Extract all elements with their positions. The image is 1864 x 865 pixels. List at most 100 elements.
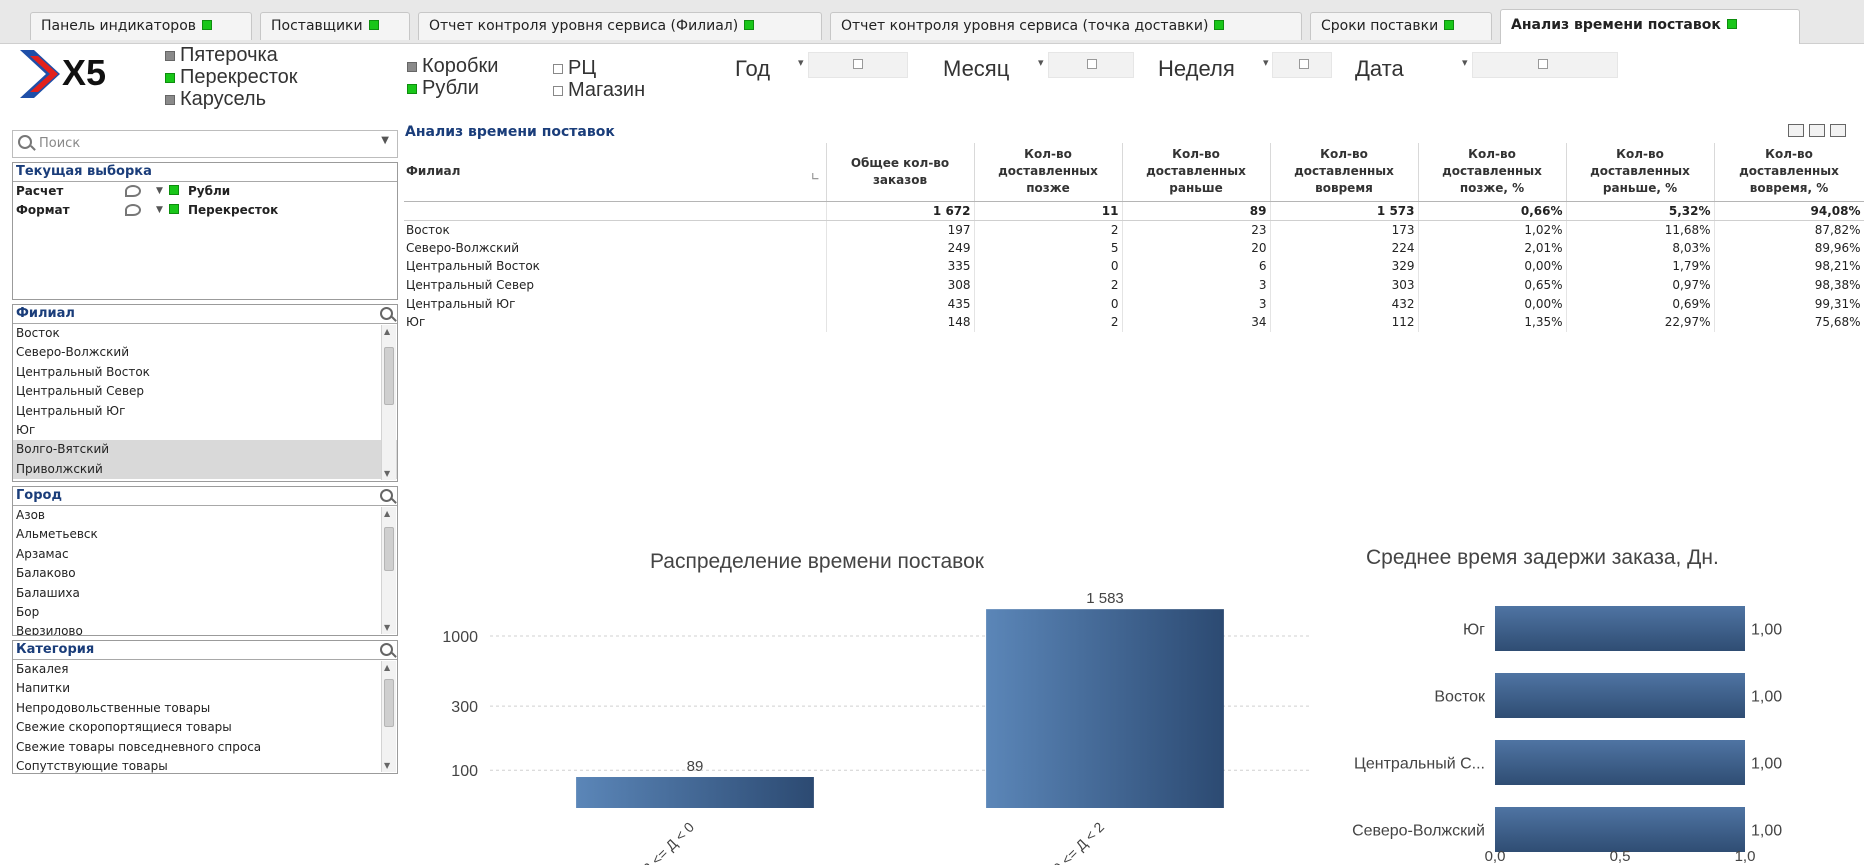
list-item[interactable]: Центральный Юг xyxy=(13,402,397,421)
tab-service-level-filial[interactable]: Отчет контроля уровня сервиса (Филиал) xyxy=(418,12,822,40)
bar[interactable] xyxy=(1495,606,1745,651)
list-item[interactable]: Альметьевск xyxy=(13,525,397,544)
scroll-up-icon[interactable]: ▲ xyxy=(384,327,390,336)
bar[interactable] xyxy=(576,777,814,808)
chevron-down-icon[interactable]: ▼ xyxy=(156,182,163,201)
location-option-dc[interactable]: РЦ xyxy=(553,57,596,80)
list-item[interactable]: Свежие товары повседневного спроса xyxy=(13,738,397,757)
list-item[interactable]: Волго-Вятский xyxy=(13,440,397,460)
search-icon[interactable] xyxy=(380,643,393,656)
list-item[interactable]: Приволжский xyxy=(13,459,397,480)
tab-label: Анализ времени поставок xyxy=(1511,17,1721,33)
table-header-row: Филиал ∟ Общее кол-во заказов Кол-во дост… xyxy=(404,143,1864,202)
selection-value: Перекресток xyxy=(188,203,279,217)
scroll-down-icon[interactable]: ▼ xyxy=(384,469,390,478)
list-item[interactable]: Азов xyxy=(13,506,397,525)
tab-indicators[interactable]: Панель индикаторов xyxy=(30,12,252,40)
list-item[interactable]: Сопутствующие товары xyxy=(13,757,397,773)
bar[interactable] xyxy=(986,609,1224,808)
selection-indicator xyxy=(553,64,563,74)
unit-option-rubles[interactable]: Рубли xyxy=(407,77,479,100)
list-item[interactable]: Верзилово xyxy=(13,622,397,635)
list-item[interactable]: Свежие скоропортящиеся товары xyxy=(13,718,397,737)
scroll-up-icon[interactable]: ▲ xyxy=(384,509,390,518)
tab-label: Отчет контроля уровня сервиса (точка дос… xyxy=(841,18,1209,34)
selection-row: Формат ▼ Перекресток xyxy=(13,201,397,220)
bar[interactable] xyxy=(1495,740,1745,785)
bar[interactable] xyxy=(1495,807,1745,852)
tab-suppliers[interactable]: Поставщики xyxy=(260,12,410,40)
tab-service-level-delivery-point[interactable]: Отчет контроля уровня сервиса (точка дос… xyxy=(830,12,1302,40)
checkbox-icon xyxy=(1086,59,1097,69)
search-icon[interactable] xyxy=(380,489,393,502)
selection-indicator xyxy=(407,62,417,72)
chevron-down-icon[interactable]: ▾ xyxy=(1462,56,1468,69)
retailer-option-karusel[interactable]: Карусель xyxy=(165,88,266,111)
column-header[interactable]: Кол-во доставленных позже xyxy=(974,143,1123,202)
export-icon[interactable] xyxy=(1809,124,1825,137)
list-item[interactable]: Северо-Волжский xyxy=(13,343,397,362)
table-row[interactable]: Северо-Волжский 249 5 20 224 2,01% 8,03%… xyxy=(404,238,1864,258)
column-header[interactable]: Кол-во доставленных раньше xyxy=(1122,143,1271,202)
city-listbox: Город Азов Альметьевск Арзамас Балаково … xyxy=(12,486,398,636)
eraser-icon[interactable] xyxy=(125,185,141,197)
chevron-down-icon[interactable]: ▾ xyxy=(1038,56,1044,69)
table-row[interactable]: Центральный Восток 335 0 6 329 0,00% 1,7… xyxy=(404,257,1864,276)
chevron-down-icon[interactable]: ▾ xyxy=(798,56,804,69)
table-row[interactable]: Юг 148 2 34 112 1,35% 22,97% 75,68% xyxy=(404,312,1864,332)
unit-option-boxes[interactable]: Коробки xyxy=(407,55,498,78)
table-cell: 34 xyxy=(1122,312,1271,332)
scrollbar-thumb[interactable] xyxy=(384,347,394,405)
retailer-option-perekrestok[interactable]: Перекресток xyxy=(165,66,298,89)
scrollbar-thumb[interactable] xyxy=(384,527,394,571)
table-row[interactable]: Центральный Юг 435 0 3 432 0,00% 0,69% 9… xyxy=(404,294,1864,313)
list-item[interactable]: Бор xyxy=(13,603,397,622)
list-item[interactable]: Арзамас xyxy=(13,545,397,564)
search-input[interactable]: Поиск ▼ xyxy=(12,130,398,158)
tab-delivery-terms[interactable]: Сроки поставки xyxy=(1310,12,1492,40)
table-row[interactable]: Восток 197 2 23 173 1,02% 11,68% 87,82% xyxy=(404,220,1864,239)
scrollbar-thumb[interactable] xyxy=(384,679,394,727)
column-header[interactable]: Кол-во доставленных позже, % xyxy=(1418,143,1567,202)
scrollbar[interactable]: ▲ ▼ xyxy=(381,325,396,480)
sort-icon[interactable]: ∟ xyxy=(811,169,819,186)
table-row[interactable]: Центральный Север 308 2 3 303 0,65% 0,97… xyxy=(404,275,1864,295)
scrollbar[interactable]: ▲ ▼ xyxy=(381,661,396,772)
list-item[interactable]: Центральный Север xyxy=(13,382,397,401)
location-option-store[interactable]: Магазин xyxy=(553,79,645,102)
scrollbar[interactable]: ▲ ▼ xyxy=(381,507,396,634)
list-item[interactable]: Бакалея xyxy=(13,660,397,679)
retailer-option-pyaterochka[interactable]: Пятерочка xyxy=(165,44,278,67)
table-cell: 89 xyxy=(1122,201,1271,221)
list-item[interactable]: Напитки xyxy=(13,679,397,698)
chevron-down-icon[interactable]: ▼ xyxy=(381,135,389,146)
chevron-down-icon[interactable]: ▼ xyxy=(156,201,163,220)
print-icon[interactable] xyxy=(1788,124,1804,137)
column-header[interactable]: Кол-во доставленных вовремя, % xyxy=(1714,143,1864,202)
year-select[interactable] xyxy=(808,52,908,78)
list-item[interactable]: Восток xyxy=(13,324,397,343)
maximize-icon[interactable] xyxy=(1830,124,1846,137)
list-item[interactable]: Непродовольственные товары xyxy=(13,699,397,718)
search-icon[interactable] xyxy=(380,307,393,320)
bar[interactable] xyxy=(1495,673,1745,718)
month-select[interactable] xyxy=(1048,52,1134,78)
date-select[interactable] xyxy=(1472,52,1618,78)
list-item[interactable]: Центральный Восток xyxy=(13,363,397,382)
sheet-tab-bar: Панель индикаторов Поставщики Отчет конт… xyxy=(0,0,1864,44)
column-header[interactable]: Кол-во доставленных вовремя xyxy=(1270,143,1419,202)
list-item[interactable]: Балашиха xyxy=(13,584,397,603)
column-header[interactable]: Общее кол-во заказов xyxy=(826,143,975,202)
scroll-up-icon[interactable]: ▲ xyxy=(384,663,390,672)
scroll-down-icon[interactable]: ▼ xyxy=(384,761,390,770)
table-cell: 303 xyxy=(1270,275,1419,295)
column-header[interactable]: Филиал ∟ xyxy=(404,143,827,202)
chevron-down-icon[interactable]: ▾ xyxy=(1263,56,1269,69)
week-select[interactable] xyxy=(1272,52,1332,78)
column-header[interactable]: Кол-во доставленных раньше, % xyxy=(1566,143,1715,202)
tab-delivery-time-analysis[interactable]: Анализ времени поставок xyxy=(1500,9,1800,44)
eraser-icon[interactable] xyxy=(125,204,141,216)
list-item[interactable]: Балаково xyxy=(13,564,397,583)
list-item[interactable]: Юг xyxy=(13,421,397,440)
scroll-down-icon[interactable]: ▼ xyxy=(384,623,390,632)
